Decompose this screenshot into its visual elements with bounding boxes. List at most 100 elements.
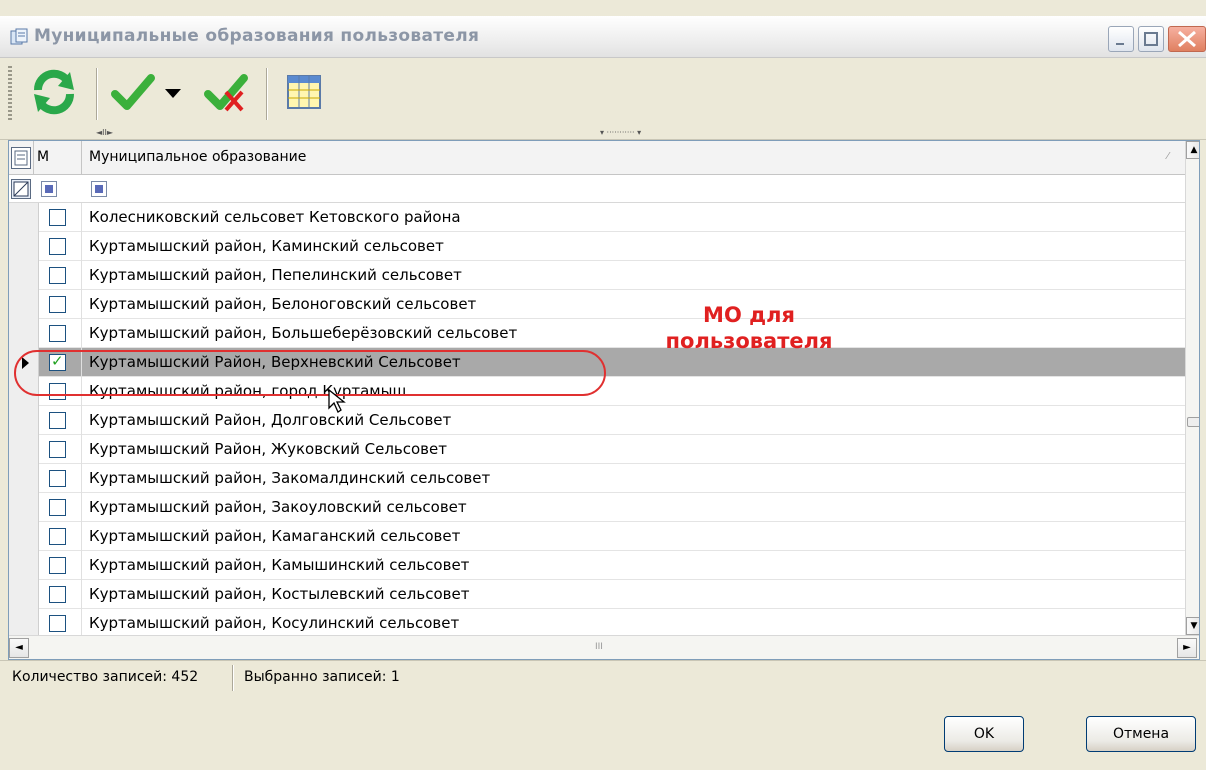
check-all-button[interactable] [110,66,156,122]
table-row[interactable]: Куртамышский район, Камышинский сельсове… [9,551,1185,580]
table-row[interactable]: Куртамышский район, Большеберёзовский се… [9,319,1185,348]
table-row[interactable]: Колесниковский сельсовет Кетовского райо… [9,203,1185,232]
table-row[interactable]: Куртамышский Район, Жуковский Сельсовет [9,435,1185,464]
row-indicator[interactable] [9,580,39,609]
refresh-button[interactable] [26,66,82,122]
row-indicator[interactable] [9,551,39,580]
scroll-left-button[interactable]: ◄ [9,638,29,658]
row-divider [81,609,82,638]
row-checkbox[interactable] [49,325,66,342]
annotation-line-2: пользователя [665,329,833,353]
ruler-marker: ◄II► [96,128,114,137]
header-municipality[interactable]: Муниципальное образование [89,149,306,165]
row-checkbox[interactable] [49,586,66,603]
row-checkbox[interactable] [49,470,66,487]
row-indicator[interactable] [9,232,39,261]
vertical-scrollbar[interactable]: ▲ ▼ [1185,141,1199,635]
scroll-right-button[interactable]: ► [1177,638,1197,658]
table-row[interactable]: Куртамышский Район, Долговский Сельсовет [9,406,1185,435]
close-button[interactable] [1168,26,1206,52]
row-divider [81,406,82,435]
row-checkbox[interactable] [49,441,66,458]
table-row[interactable]: Куртамышский район, Пепелинский сельсове… [9,261,1185,290]
filter-row [9,175,1185,203]
header-mark[interactable]: М [37,149,49,165]
window-app-icon [10,28,28,46]
annotation-line-1: МО для [703,303,795,327]
row-indicator[interactable] [9,261,39,290]
row-divider [81,203,82,232]
row-indicator[interactable] [9,609,39,638]
row-indicator[interactable] [9,290,39,319]
check-icon [111,72,155,116]
row-divider [81,261,82,290]
uncheck-icon [204,70,252,118]
row-divider [81,319,82,348]
table-row[interactable]: Куртамышский район, Костылевский сельсов… [9,580,1185,609]
row-divider [81,290,82,319]
table-row[interactable]: Куртамышский район, Белоноговский сельсо… [9,290,1185,319]
row-indicator[interactable] [9,435,39,464]
row-municipality-name: Куртамышский район, Каминский сельсовет [89,237,444,255]
records-count: Количество записей: 452 [12,669,199,685]
row-checkbox[interactable] [49,238,66,255]
row-municipality-name: Куртамышский Район, Долговский Сельсовет [89,411,452,429]
maximize-button[interactable] [1138,26,1164,52]
uncheck-all-button[interactable] [200,66,256,122]
mouse-cursor-icon [327,388,347,418]
row-municipality-name: Куртамышский район, Камышинский сельсове… [89,556,470,574]
toolbar-grip[interactable] [8,66,12,122]
row-divider [81,232,82,261]
status-bar: Количество записей: 452 Выбранно записей… [0,660,1206,694]
row-checkbox[interactable] [49,412,66,429]
row-municipality-name: Колесниковский сельсовет Кетовского райо… [89,208,461,226]
table-row[interactable]: Куртамышский район, Закомалдинский сельс… [9,464,1185,493]
row-checkbox[interactable] [49,267,66,284]
refresh-icon [30,68,78,120]
column-chooser-icon[interactable] [11,147,31,169]
row-indicator[interactable] [9,464,39,493]
row-checkbox[interactable] [49,296,66,313]
row-divider [81,493,82,522]
header-divider [81,141,82,175]
table-row[interactable]: Куртамышский район, Закоуловский сельсов… [9,493,1185,522]
row-municipality-name: Куртамышский район, Костылевский сельсов… [89,585,470,603]
table-row[interactable]: Куртамышский район, Косулинский сельсове… [9,609,1185,638]
columns-button[interactable] [276,66,332,122]
filter-mark-box[interactable] [41,181,57,197]
selected-count: Выбранно записей: 1 [244,669,400,685]
row-checkbox[interactable] [49,557,66,574]
row-divider [81,435,82,464]
cancel-button[interactable]: Отмена [1086,716,1196,752]
row-municipality-name: Куртамышский район, Закомалдинский сельс… [89,469,491,487]
scroll-up-button[interactable]: ▲ [1186,141,1199,159]
row-checkbox[interactable] [49,209,66,226]
toolbar-separator [266,68,268,120]
row-checkbox[interactable] [49,528,66,545]
filter-icon[interactable] [11,179,31,199]
minimize-button[interactable] [1108,26,1134,52]
row-divider [81,580,82,609]
filter-name-box[interactable] [91,181,107,197]
row-indicator[interactable] [9,493,39,522]
table-row[interactable]: Куртамышский район, Каминский сельсовет [9,232,1185,261]
sort-icon: ⁄ [1167,151,1169,162]
scroll-grip: III [595,642,603,652]
status-divider [232,665,234,691]
row-indicator[interactable] [9,406,39,435]
row-checkbox[interactable] [49,499,66,516]
row-indicator[interactable] [9,203,39,232]
scroll-down-button[interactable]: ▼ [1186,617,1199,635]
check-dropdown-button[interactable] [160,66,186,122]
scroll-thumb[interactable] [1187,417,1199,427]
table-row[interactable]: Куртамышский район, Камаганский сельсове… [9,522,1185,551]
ok-button[interactable]: OK [944,716,1024,752]
row-municipality-name: Куртамышский район, Косулинский сельсове… [89,614,460,632]
row-indicator[interactable] [9,319,39,348]
toolbar-separator [96,68,98,120]
header-divider [33,141,34,175]
row-indicator[interactable] [9,522,39,551]
horizontal-scrollbar[interactable]: ◄ III ► [9,635,1199,659]
row-divider [81,522,82,551]
row-checkbox[interactable] [49,615,66,632]
